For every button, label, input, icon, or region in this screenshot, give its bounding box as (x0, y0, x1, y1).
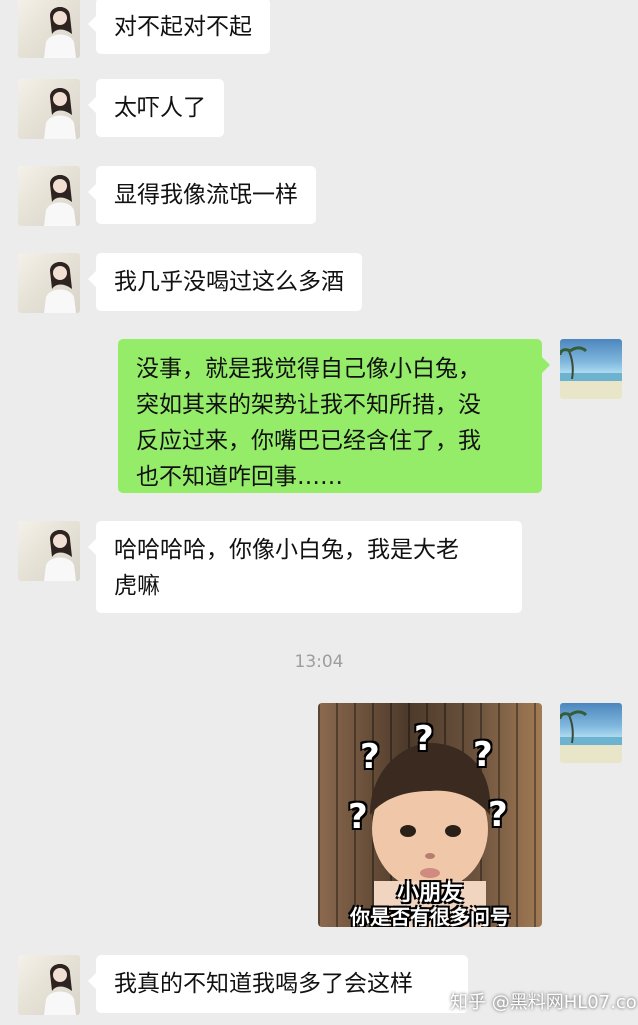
watermark-text: 知乎 @黑料网HL07.co (450, 992, 637, 1013)
message-bubble[interactable]: 太吓人了 (88, 79, 224, 137)
message-bubble[interactable]: 显得我像流氓一样 (88, 166, 316, 224)
message-line: 突如其来的架势让我不知所措，没 (136, 392, 481, 418)
question-mark-icon: ? (473, 735, 493, 775)
question-mark-icon: ? (360, 737, 380, 777)
message-text: 我真的不知道我喝多了会这样 (114, 971, 413, 997)
outgoing-message-bubble[interactable]: 没事，就是我觉得自己像小白兔， 突如其来的架势让我不知所措，没 反应过来，你嘴巴… (118, 339, 550, 493)
beach-avatar-icon[interactable] (560, 703, 622, 763)
message-text: 太吓人了 (114, 95, 206, 121)
message-bubble[interactable]: 我几乎没喝过这么多酒 (88, 253, 362, 311)
message-bubble[interactable]: 哈哈哈哈，你像小白兔，我是大老 虎嘛 (88, 521, 522, 613)
girl-avatar-icon[interactable] (18, 79, 80, 139)
message-line: 虎嘛 (114, 573, 160, 599)
message-line: 也不知道咋回事…… (136, 464, 343, 490)
beach-avatar-icon[interactable] (560, 339, 622, 399)
message-text: 我几乎没喝过这么多酒 (114, 269, 344, 295)
message-bubble[interactable]: 对不起对不起 (88, 0, 270, 54)
sticker-caption-bottom: 你是否有很多问号 (350, 905, 510, 927)
girl-avatar-icon[interactable] (18, 0, 80, 58)
message-bubble[interactable]: 我真的不知道我喝多了会这样 (88, 955, 468, 1013)
girl-avatar-icon[interactable] (18, 166, 80, 226)
message-text: 显得我像流氓一样 (114, 182, 298, 208)
question-mark-icon: ? (348, 797, 368, 837)
message-line: 反应过来，你嘴巴已经含住了，我 (136, 428, 481, 454)
message-timestamp: 13:04 (294, 652, 344, 672)
girl-avatar-icon[interactable] (18, 521, 80, 581)
chat-thread[interactable]: 对不起对不起 太吓人了 显得我像流氓一样 我几乎没喝过这么多酒 没事，就是我觉得… (0, 0, 638, 1025)
question-mark-icon: ? (488, 795, 508, 835)
message-line: 哈哈哈哈，你像小白兔，我是大老 (114, 537, 459, 563)
sticker-image[interactable]: ? ? ? ? ? 小朋友 你是否有很多问号 (318, 703, 542, 927)
question-mark-icon: ? (414, 719, 434, 759)
girl-avatar-icon[interactable] (18, 253, 80, 313)
girl-avatar-icon[interactable] (18, 955, 80, 1015)
message-text: 对不起对不起 (114, 14, 252, 40)
message-line: 没事，就是我觉得自己像小白兔， (136, 356, 481, 382)
